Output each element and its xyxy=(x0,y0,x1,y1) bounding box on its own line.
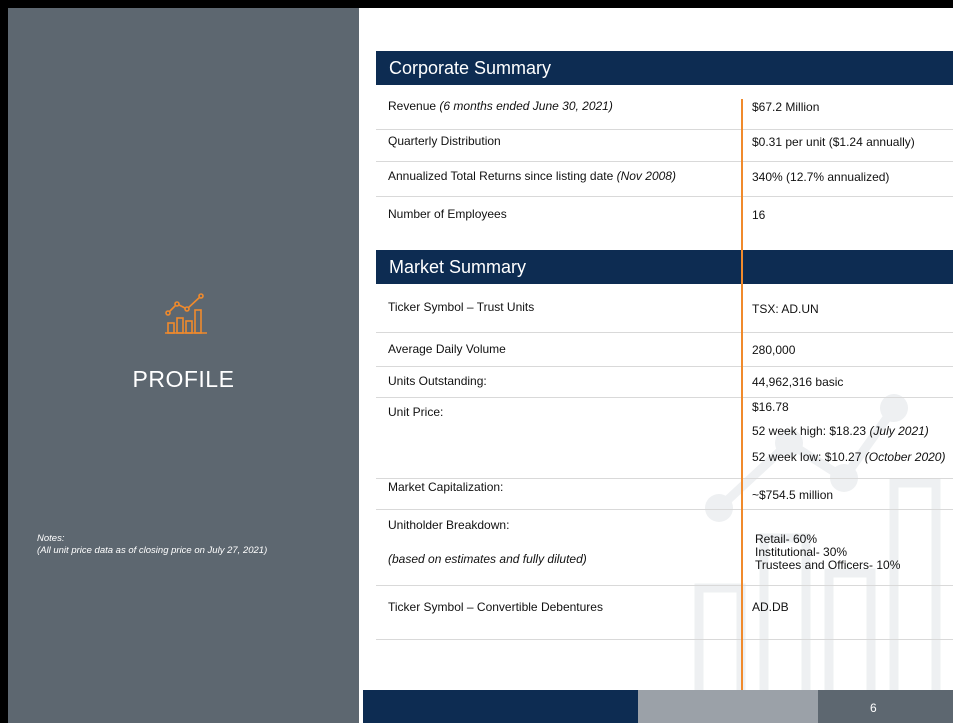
row-value: $0.31 per unit ($1.24 annually) xyxy=(752,135,915,149)
slide: PROFILE Notes: (All unit price data as o… xyxy=(8,8,953,723)
price-low: 52 week low: $10.27 xyxy=(752,450,862,464)
table-row: Average Daily Volume 280,000 xyxy=(376,333,953,367)
row-label: Annualized Total Returns since listing d… xyxy=(388,169,614,183)
table-row: Unit Price: $16.78 52 week high: $18.23 … xyxy=(376,398,953,479)
row-label: Unit Price: xyxy=(388,405,444,419)
row-label: Ticker Symbol – Convertible Debentures xyxy=(388,600,603,614)
table-row: Ticker Symbol – Trust Units TSX: AD.UN xyxy=(376,285,953,333)
profile-title: PROFILE xyxy=(132,366,235,392)
table-row: Revenue (6 months ended June 30, 2021) $… xyxy=(376,86,953,130)
row-label: Unitholder Breakdown: xyxy=(388,518,510,532)
column-divider xyxy=(741,99,743,690)
row-label-note: (based on estimates and fully diluted) xyxy=(388,552,587,566)
row-label: Average Daily Volume xyxy=(388,342,506,356)
row-label: Revenue xyxy=(388,99,437,113)
table-row: Quarterly Distribution $0.31 per unit ($… xyxy=(376,130,953,162)
table-row: Annualized Total Returns since listing d… xyxy=(376,162,953,197)
page-number: 6 xyxy=(870,701,877,715)
row-label-note: (6 months ended June 30, 2021) xyxy=(439,99,613,113)
notes-text: (All unit price data as of closing price… xyxy=(37,545,268,556)
corporate-summary-header: Corporate Summary xyxy=(376,51,953,85)
price-low-note: (October 2020) xyxy=(864,450,946,464)
table-row: Unitholder Breakdown: (based on estimate… xyxy=(376,510,953,586)
market-summary-header: Market Summary xyxy=(376,250,953,284)
price-high-note: (July 2021) xyxy=(869,424,929,438)
row-value: ~$754.5 million xyxy=(752,488,834,502)
content-panel: Corporate Summary Revenue (6 months ende… xyxy=(359,8,953,723)
row-value: 340% (12.7% annualized) xyxy=(752,170,890,184)
row-label-note: (Nov 2008) xyxy=(616,169,676,183)
table-row: Market Capitalization: ~$754.5 million xyxy=(376,479,953,510)
row-value: 44,962,316 basic xyxy=(752,375,844,389)
row-label: Number of Employees xyxy=(388,207,507,221)
row-value: $16.78 xyxy=(752,400,789,414)
table-row: Units Outstanding: 44,962,316 basic xyxy=(376,367,953,398)
footer-page-block: 6 xyxy=(818,690,953,723)
breakdown-trustees: Trustees and Officers- 10% xyxy=(755,558,901,572)
row-label: Ticker Symbol – Trust Units xyxy=(388,300,535,314)
row-value: 16 xyxy=(752,208,766,222)
chart-growth-icon xyxy=(165,293,207,334)
table-row: Number of Employees 16 xyxy=(376,197,953,239)
footer-navy-block xyxy=(363,690,638,723)
breakdown-list: Retail- 60% Institutional- 30% Trustees … xyxy=(755,533,900,572)
row-value: AD.DB xyxy=(752,600,789,614)
row-value: 280,000 xyxy=(752,343,796,357)
row-label: Market Capitalization: xyxy=(388,480,504,494)
notes: Notes: (All unit price data as of closin… xyxy=(37,533,267,557)
notes-title: Notes: xyxy=(37,533,65,544)
row-label: Units Outstanding: xyxy=(388,374,487,388)
left-panel: PROFILE Notes: (All unit price data as o… xyxy=(8,8,359,723)
table-row: Ticker Symbol – Convertible Debentures A… xyxy=(376,586,953,640)
row-value: TSX: AD.UN xyxy=(752,302,819,316)
row-label: Quarterly Distribution xyxy=(388,134,501,148)
footer-gray-block xyxy=(638,690,818,723)
row-value: $67.2 Million xyxy=(752,100,820,114)
price-high: 52 week high: $18.23 xyxy=(752,424,867,438)
